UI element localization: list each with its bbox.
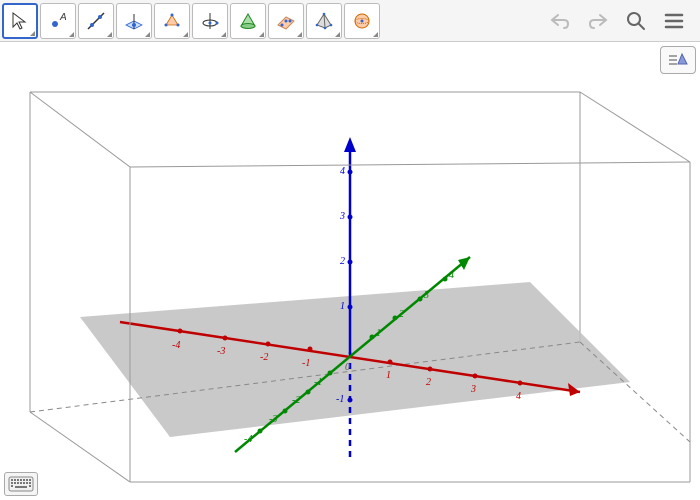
tool-pyramid[interactable] — [306, 3, 342, 39]
z-tick: 1 — [340, 301, 345, 312]
tool-intersect[interactable] — [230, 3, 266, 39]
virtual-keyboard-button[interactable] — [4, 472, 38, 496]
tool-move[interactable] — [2, 3, 38, 39]
x-tick: 3 — [471, 384, 476, 395]
tool-perpendicular[interactable] — [116, 3, 152, 39]
tool-circle-axis[interactable] — [192, 3, 228, 39]
x-tick: -2 — [260, 352, 268, 363]
z-tick: -1 — [336, 394, 344, 405]
y-tick: 3 — [424, 290, 429, 301]
tool-plane[interactable] — [268, 3, 304, 39]
view-style-button[interactable] — [660, 46, 696, 74]
x-tick: 1 — [386, 370, 391, 381]
z-tick: 4 — [340, 166, 345, 177]
tool-sphere[interactable] — [344, 3, 380, 39]
search-button[interactable] — [622, 7, 650, 35]
z-tick: 2 — [340, 256, 345, 267]
y-tick: 1 — [376, 328, 381, 339]
y-tick: -4 — [244, 434, 252, 445]
y-tick: 4 — [449, 270, 454, 281]
tool-polygon[interactable] — [154, 3, 190, 39]
tool-line[interactable] — [78, 3, 114, 39]
x-tick: 2 — [426, 377, 431, 388]
z-tick: 3 — [340, 211, 345, 222]
svg-text:A: A — [59, 12, 67, 23]
x-tick: -1 — [302, 358, 310, 369]
y-tick: -1 — [314, 377, 322, 388]
xy-plane — [80, 282, 630, 437]
3d-canvas[interactable]: 0 -4 -3 -2 -1 1 2 3 4 -4 -3 -2 -1 1 2 3 … — [0, 42, 700, 500]
y-tick: -2 — [292, 395, 300, 406]
x-tick: 4 — [516, 391, 521, 402]
tool-point[interactable]: A — [40, 3, 76, 39]
main-toolbar: A — [0, 0, 700, 42]
x-tick: -3 — [217, 346, 225, 357]
redo-button[interactable] — [584, 7, 612, 35]
toolbar-actions — [546, 7, 700, 35]
3d-scene[interactable] — [0, 42, 700, 500]
menu-button[interactable] — [660, 7, 688, 35]
y-tick: -3 — [269, 414, 277, 425]
y-tick: 2 — [399, 309, 404, 320]
x-tick: -4 — [172, 340, 180, 351]
undo-button[interactable] — [546, 7, 574, 35]
keyboard-icon — [8, 476, 34, 492]
origin-label: 0 — [345, 362, 350, 373]
tool-group: A — [0, 1, 382, 41]
